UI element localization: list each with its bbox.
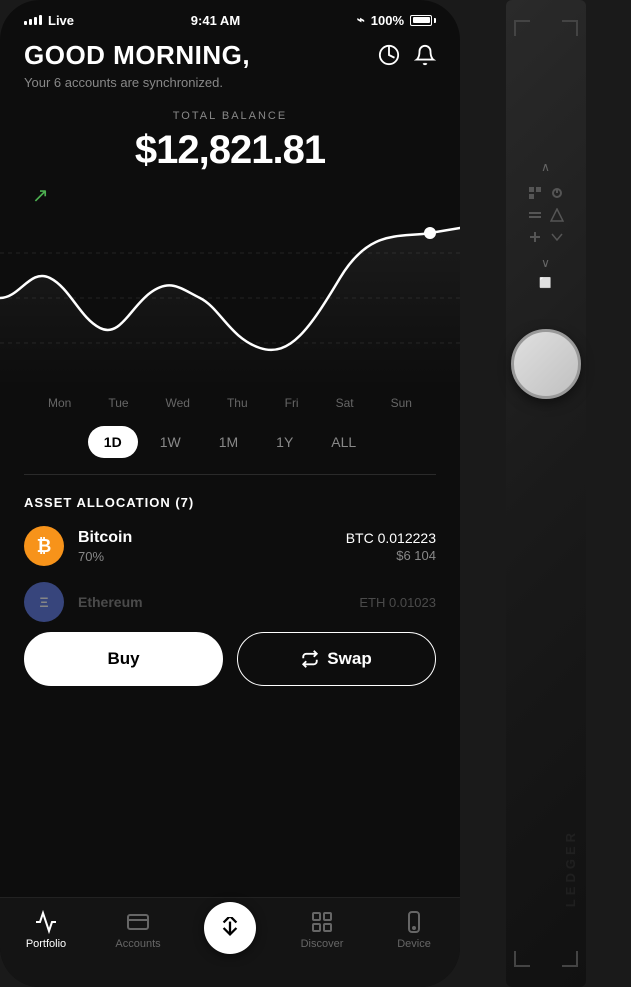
eth-name: Ethereum xyxy=(78,594,143,610)
trend-indicator: ↗ xyxy=(24,183,436,208)
status-bar: Live 9:41 AM ⌁ 100% xyxy=(0,0,460,32)
ledger-device: ∧ xyxy=(460,0,631,987)
transfer-icon xyxy=(219,917,241,939)
asset-name-block: Bitcoin 70% xyxy=(78,529,132,564)
day-sun: Sun xyxy=(391,396,412,410)
balance-section: TOTAL BALANCE $12,821.81 xyxy=(24,110,436,173)
portfolio-nav-icon xyxy=(34,910,58,934)
carrier-label: Live xyxy=(48,13,74,28)
nav-transfer[interactable] xyxy=(200,910,260,954)
device-icons-grid xyxy=(528,186,564,244)
price-chart xyxy=(0,208,460,388)
device-nav-icon xyxy=(402,910,426,934)
device-body: ∧ xyxy=(506,0,586,987)
nav-portfolio-label: Portfolio xyxy=(26,938,66,950)
chart-day-labels: Mon Tue Wed Thu Fri Sat Sun xyxy=(24,388,436,410)
nav-discover-label: Discover xyxy=(301,938,344,950)
day-sat: Sat xyxy=(336,396,354,410)
section-divider xyxy=(24,474,436,475)
portfolio-icon[interactable] xyxy=(378,44,400,71)
phone-frame: Live 9:41 AM ⌁ 100% GOOD MORNING, Your 6… xyxy=(0,0,460,987)
greeting-text: GOOD MORNING, xyxy=(24,40,250,71)
status-right: ⌁ 100% xyxy=(357,12,436,28)
bitcoin-icon: ₿ xyxy=(24,526,64,566)
subtitle-text: Your 6 accounts are synchronized. xyxy=(24,75,250,90)
signal-bar-2 xyxy=(29,19,32,25)
filter-1y[interactable]: 1Y xyxy=(260,426,309,458)
device-icon-3 xyxy=(528,208,542,222)
nav-portfolio[interactable]: Portfolio xyxy=(16,910,76,950)
filter-1m[interactable]: 1M xyxy=(203,426,254,458)
filter-1w[interactable]: 1W xyxy=(144,426,197,458)
bluetooth-icon: ⌁ xyxy=(357,12,365,28)
asset-info-right: BTC 0.012223 $6 104 xyxy=(346,530,436,563)
action-buttons: Buy Swap xyxy=(24,632,436,686)
asset-allocation-title: ASSET ALLOCATION (7) xyxy=(24,495,436,510)
corner-tr xyxy=(562,20,578,36)
signal-bars xyxy=(24,15,42,25)
device-down-arrow: ∨ xyxy=(541,256,550,270)
device-icon-4 xyxy=(550,208,564,222)
signal-bar-4 xyxy=(39,15,42,25)
asset-name: Bitcoin xyxy=(78,529,132,547)
device-icon-2 xyxy=(550,186,564,200)
asset-value: $6 104 xyxy=(346,548,436,563)
status-left: Live xyxy=(24,13,74,28)
corner-br xyxy=(562,951,578,967)
main-content: GOOD MORNING, Your 6 accounts are synchr… xyxy=(0,32,460,929)
device-up-arrow: ∧ xyxy=(541,160,550,174)
device-icon-6 xyxy=(550,230,564,244)
accounts-nav-icon xyxy=(126,910,150,934)
nav-discover[interactable]: Discover xyxy=(292,910,352,950)
device-screen: ∧ xyxy=(516,160,576,289)
transfer-button[interactable] xyxy=(204,902,256,954)
swap-button[interactable]: Swap xyxy=(237,632,436,686)
asset-percent: 70% xyxy=(78,549,132,564)
asset-row-bitcoin[interactable]: ₿ Bitcoin 70% BTC 0.012223 $6 104 xyxy=(24,526,436,566)
discover-nav-icon xyxy=(310,910,334,934)
corner-tl xyxy=(514,20,530,36)
signal-bar-1 xyxy=(24,21,27,25)
eth-amount-peek: ETH 0.01023 xyxy=(359,595,436,610)
day-fri: Fri xyxy=(285,396,299,410)
chart-container xyxy=(0,208,460,388)
filter-1d[interactable]: 1D xyxy=(88,426,138,458)
nav-accounts[interactable]: Accounts xyxy=(108,910,168,950)
battery-percent: 100% xyxy=(371,13,404,28)
bell-icon[interactable] xyxy=(414,44,436,71)
device-main-button[interactable] xyxy=(511,329,581,399)
header-section: GOOD MORNING, Your 6 accounts are synchr… xyxy=(24,40,436,90)
bottom-nav: Portfolio Accounts xyxy=(0,897,460,987)
corner-bl xyxy=(514,951,530,967)
time-filter-bar: 1D 1W 1M 1Y ALL xyxy=(24,426,436,458)
swap-label: Swap xyxy=(327,649,371,669)
header-icons xyxy=(378,44,436,71)
time-display: 9:41 AM xyxy=(191,13,240,28)
day-mon: Mon xyxy=(48,396,71,410)
buy-label: Buy xyxy=(107,649,139,669)
day-tue: Tue xyxy=(108,396,128,410)
nav-device-label: Device xyxy=(397,938,431,950)
nav-device[interactable]: Device xyxy=(384,910,444,950)
buy-button[interactable]: Buy xyxy=(24,632,223,686)
filter-all[interactable]: ALL xyxy=(315,426,372,458)
device-brand-label: LEDGER xyxy=(563,829,578,907)
eth-icon: Ξ xyxy=(24,582,64,622)
device-icon-5 xyxy=(528,230,542,244)
signal-bar-3 xyxy=(34,17,37,25)
swap-icon xyxy=(301,650,319,668)
balance-amount: $12,821.81 xyxy=(24,128,436,173)
device-screen-icon: ⬜ xyxy=(539,278,551,289)
battery-indicator xyxy=(410,15,436,26)
balance-label: TOTAL BALANCE xyxy=(24,110,436,122)
asset-row-peek: Ξ Ethereum ETH 0.01023 xyxy=(24,582,436,622)
device-icon-1 xyxy=(528,186,542,200)
nav-accounts-label: Accounts xyxy=(115,938,160,950)
day-wed: Wed xyxy=(166,396,190,410)
greeting-block: GOOD MORNING, Your 6 accounts are synchr… xyxy=(24,40,250,90)
asset-amount: BTC 0.012223 xyxy=(346,530,436,546)
asset-info-left: ₿ Bitcoin 70% xyxy=(24,526,132,566)
day-thu: Thu xyxy=(227,396,248,410)
